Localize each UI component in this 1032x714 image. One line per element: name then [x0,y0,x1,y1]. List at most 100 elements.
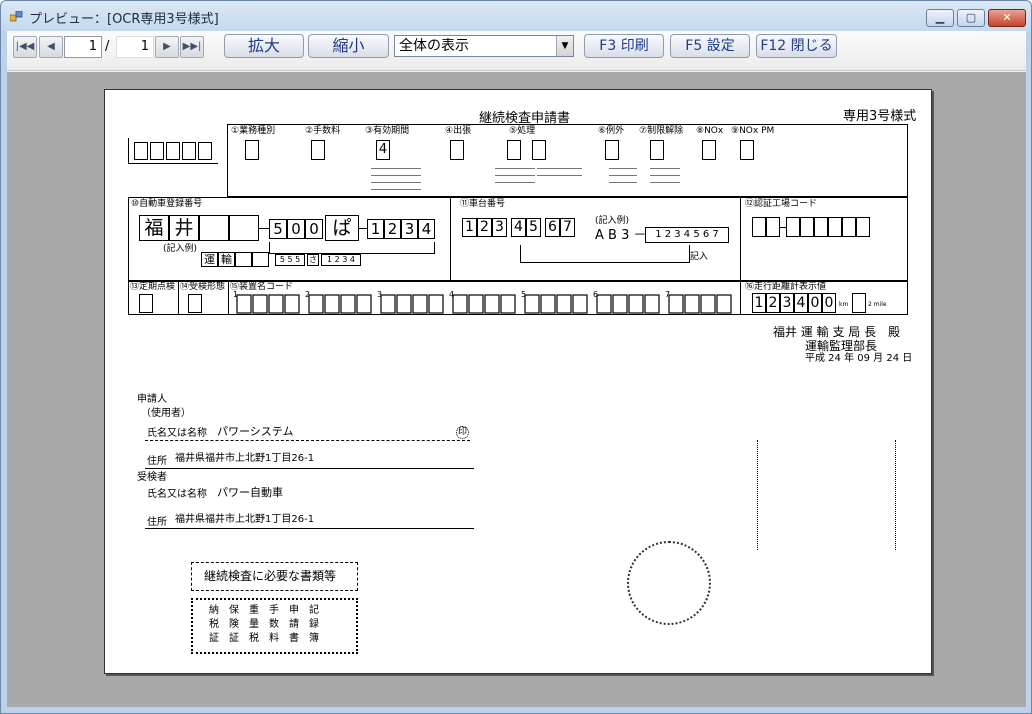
prev-page-button[interactable]: ◀ [39,36,63,58]
device-code-box [700,294,716,314]
dropdown-arrow-icon[interactable]: ▼ [556,36,573,56]
chassis-digit-5: 5 [526,218,541,237]
fine-print [371,165,421,193]
serial-digit-4: 4 [418,219,435,239]
plate-region-4 [229,215,259,241]
device-code-box [396,294,412,314]
first-page-icon: |◀◀ [15,41,35,52]
applicant-address-label: 住所 [147,456,167,467]
code-index-2: 2 [305,290,311,299]
label-fee: ②手数料 [305,126,341,136]
factory-box [766,217,780,237]
device-code-box [500,294,516,314]
label-factory-code: ⑫認証工場コード [745,199,818,209]
class-digit-3: 0 [305,219,323,239]
device-code-box [540,294,556,314]
odo-digit-2: 2 [766,293,780,313]
factory-box [800,217,814,237]
applicant-user-label: （使用者） [141,408,191,419]
factory-box [828,217,842,237]
app-icon [10,11,23,22]
applicant-name: パワーシステム [217,425,294,438]
device-code-box [556,294,572,314]
first-page-button[interactable]: |◀◀ [13,36,37,58]
business-type-box [245,140,259,160]
code-index-7: 7 [665,290,671,299]
settings-button[interactable]: F5 設定 [670,34,750,58]
toolbar: |◀◀ ◀ 1 / 1 ▶ ▶▶| 拡大 縮小 全体の表示 ▼ F3 印刷 F5… [7,31,1026,71]
client-area: |◀◀ ◀ 1 / 1 ▶ ▶▶| 拡大 縮小 全体の表示 ▼ F3 印刷 F5… [7,31,1026,707]
device-code-box [484,294,500,314]
last-page-button[interactable]: ▶▶| [180,36,204,58]
factory-box [842,217,856,237]
next-page-button[interactable]: ▶ [155,36,179,58]
label-process: ⑤処理 [509,126,536,136]
print-button[interactable]: F3 印刷 [584,34,664,58]
label-validity: ③有効期間 [365,126,410,136]
label-device-code: ⑮装置名コード [230,282,294,292]
underline [145,528,474,529]
factory-box [814,217,828,237]
stamp-circle [627,541,711,625]
divider [740,197,741,281]
device-code-box [644,294,660,314]
label-chassis: ⑪車台番号 [460,199,506,209]
device-code-box [356,294,372,314]
process-box-1 [507,140,521,160]
connector [259,228,269,229]
divider [740,281,741,315]
fine-print [495,165,535,189]
zoom-select[interactable]: 全体の表示 ▼ [394,35,574,57]
odo-unit-km: km [839,301,849,308]
maximize-button[interactable]: ▢ [957,9,985,27]
device-code-box [380,294,396,314]
device-code-box [428,294,444,314]
odo-digit-4: 4 [794,293,808,313]
divider [450,197,451,281]
zoom-in-button[interactable]: 拡大 [224,34,304,58]
serial-digit-1: 1 [367,219,384,239]
plate-region-3 [199,215,229,241]
device-code-box [668,294,684,314]
odo-unit-box [852,293,866,313]
inspectee-name: パワー自動車 [217,486,283,499]
travel-box [450,140,464,160]
current-page-input[interactable]: 1 [64,36,102,58]
inspectee-address: 福井県福井市上北野1丁目26-1 [175,514,315,525]
chassis-arrow-bracket [520,245,690,263]
fee-box [311,140,325,160]
prev-page-icon: ◀ [47,41,55,52]
device-code-box [452,294,468,314]
document-page: 継続検査申請書 専用3号様式 ①業務種別 ②手数料 ③有効期間 ④出張 ⑤処理 … [104,89,932,674]
odo-digit-1: 1 [752,293,766,313]
chassis-example-digits: 1 2 3 4 5 6 7 [645,227,729,243]
chassis-kinyu-label: 記入 [690,252,709,262]
example-plate-blank [252,252,269,267]
example-plate-2: 輸 [218,252,235,267]
close-window-button[interactable]: ✕ [988,9,1026,27]
class-digit-2: 0 [287,219,305,239]
plate-region-2: 井 [169,215,199,241]
code-index-6: 6 [593,290,599,299]
serial-digit-3: 3 [401,219,418,239]
addressee-line1: 福井 運 輸 支 局 長 殿 [773,325,901,339]
preview-viewport[interactable]: 継続検査申請書 専用3号様式 ①業務種別 ②手数料 ③有効期間 ④出張 ⑤処理 … [7,72,1026,707]
stamp-box [182,142,196,160]
chassis-digit-1: 1 [462,218,477,237]
guide-line [757,440,758,550]
device-code-box [268,294,284,314]
plate-kana: ぱ [325,215,359,241]
minimize-button[interactable]: ▁ [926,9,954,27]
fine-print [650,165,680,183]
code-index-3: 3 [377,290,383,299]
inspectee-name-label: 氏名又は名称 [147,489,207,500]
device-code-box [284,294,300,314]
documents-title: 継続検査に必要な書類等 [204,569,337,583]
close-button[interactable]: F12 閉じる [756,34,837,58]
factory-box [856,217,870,237]
example-plate-blank [235,252,252,267]
validity-box: 4 [376,140,390,160]
zoom-out-button[interactable]: 縮小 [308,34,389,58]
page-separator: / [105,39,110,54]
label-restriction: ⑦制限解除 [639,126,684,136]
